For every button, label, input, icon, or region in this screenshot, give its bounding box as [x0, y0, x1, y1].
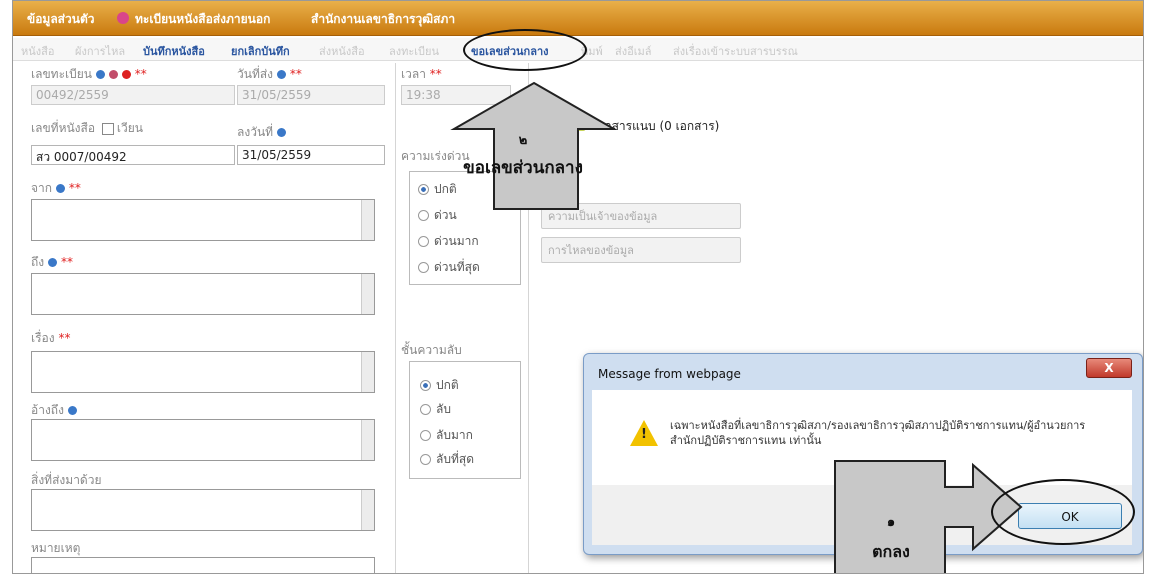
remark-textarea[interactable]: [31, 557, 375, 573]
doc-no-label: เลขที่หนังสือ เวียน: [31, 121, 143, 135]
secrecy-secret-radio[interactable]: ลับ: [420, 400, 451, 419]
urgency-most-urgent-radio[interactable]: ด่วนที่สุด: [418, 258, 480, 277]
callout-step2: ๒ ขอเลขส่วนกลาง: [423, 129, 623, 183]
browser-page: ข้อมูลส่วนตัว ทะเบียนหนังสือส่งภายนอก สำ…: [12, 0, 1144, 574]
highlight-ellipse: [991, 479, 1135, 545]
step1-text: ตกลง: [872, 542, 910, 561]
tab-documents[interactable]: หนังสือ: [21, 42, 54, 60]
scrollbar[interactable]: [361, 352, 374, 392]
search-icon[interactable]: [121, 70, 131, 79]
tab-send[interactable]: ส่งหนังสือ: [319, 42, 365, 60]
send-date-label: วันที่ส่ง **: [237, 67, 302, 81]
scrollbar[interactable]: [361, 420, 374, 460]
personal-info-link[interactable]: ข้อมูลส่วนตัว: [27, 10, 94, 29]
reg-no-field[interactable]: 00492/2559: [31, 85, 235, 105]
top-header-bar: ข้อมูลส่วนตัว ทะเบียนหนังสือส่งภายนอก สำ…: [13, 1, 1143, 36]
tab-flowchart[interactable]: ผังการไหล: [75, 42, 125, 60]
highlight-ellipse: [463, 29, 587, 71]
subject-textarea[interactable]: [31, 351, 375, 393]
secrecy-most-secret-radio[interactable]: ลับที่สุด: [420, 450, 474, 469]
book-icon: [117, 12, 129, 24]
secrecy-label: ชั้นความลับ: [401, 343, 462, 357]
calendar-icon[interactable]: [277, 70, 287, 79]
step1-number: ๑: [886, 515, 896, 530]
from-label: จาก **: [31, 181, 81, 195]
to-textarea[interactable]: [31, 273, 375, 315]
tab-email[interactable]: ส่งอีเมล์: [615, 42, 651, 60]
warning-icon: !: [630, 420, 658, 446]
dialog-title: Message from webpage: [598, 367, 741, 381]
book-icon[interactable]: [108, 70, 118, 79]
to-label: ถึง **: [31, 255, 73, 269]
scrollbar[interactable]: [361, 200, 374, 240]
tab-save[interactable]: บันทึกหนังสือ: [143, 42, 205, 60]
from-textarea[interactable]: [31, 199, 375, 241]
org-title: สำนักงานเลขาธิการวุฒิสภา: [311, 12, 456, 26]
calendar-icon[interactable]: [277, 128, 287, 137]
circular-checkbox[interactable]: [101, 122, 114, 135]
subject-label: เรื่อง **: [31, 331, 71, 345]
enclosure-textarea[interactable]: [31, 489, 375, 531]
close-button[interactable]: X: [1086, 358, 1132, 378]
tab-register[interactable]: ลงทะเบียน: [389, 42, 439, 60]
tab-cancel-save[interactable]: ยกเลิกบันทึก: [231, 42, 290, 60]
reference-textarea[interactable]: [31, 419, 375, 461]
scrollbar[interactable]: [361, 274, 374, 314]
info-icon[interactable]: [56, 184, 66, 193]
enclosure-label: สิ่งที่ส่งมาด้วย: [31, 473, 102, 487]
doc-date-label: ลงวันที่: [237, 123, 287, 142]
dialog-message: เฉพาะหนังสือที่เลขาธิการวุฒิสภา/รองเลขาธ…: [670, 419, 1086, 447]
urgency-very-urgent-radio[interactable]: ด่วนมาก: [418, 232, 479, 251]
remark-label: หมายเหตุ: [31, 541, 81, 555]
secrecy-top-secret-radio[interactable]: ลับมาก: [420, 426, 473, 445]
secrecy-normal-radio[interactable]: ปกติ: [420, 376, 459, 395]
reference-label: อ้างถึง: [31, 401, 77, 420]
info-icon[interactable]: [95, 70, 105, 79]
doc-date-field[interactable]: 31/05/2559: [237, 145, 385, 165]
callout-step1: ๑ ตกลง: [835, 511, 947, 565]
step2-text: ขอเลขส่วนกลาง: [463, 158, 583, 178]
tab-send-to-records[interactable]: ส่งเรื่องเข้าระบบสารบรรณ: [673, 42, 798, 60]
data-flow-button[interactable]: การไหลของข้อมูล: [541, 237, 741, 263]
info-icon[interactable]: [67, 406, 77, 415]
send-date-field[interactable]: 31/05/2559: [237, 85, 385, 105]
info-icon[interactable]: [48, 258, 58, 267]
secrecy-group: ปกติ ลับ ลับมาก ลับที่สุด: [409, 361, 521, 479]
divider: [395, 63, 396, 573]
scrollbar[interactable]: [361, 490, 374, 530]
time-label: เวลา **: [401, 67, 442, 81]
step2-number: ๒: [518, 133, 528, 148]
reg-no-label: เลขทะเบียน **: [31, 67, 147, 81]
module-title: ทะเบียนหนังสือส่งภายนอก: [135, 12, 271, 26]
doc-no-field[interactable]: สว 0007/00492: [31, 145, 235, 165]
